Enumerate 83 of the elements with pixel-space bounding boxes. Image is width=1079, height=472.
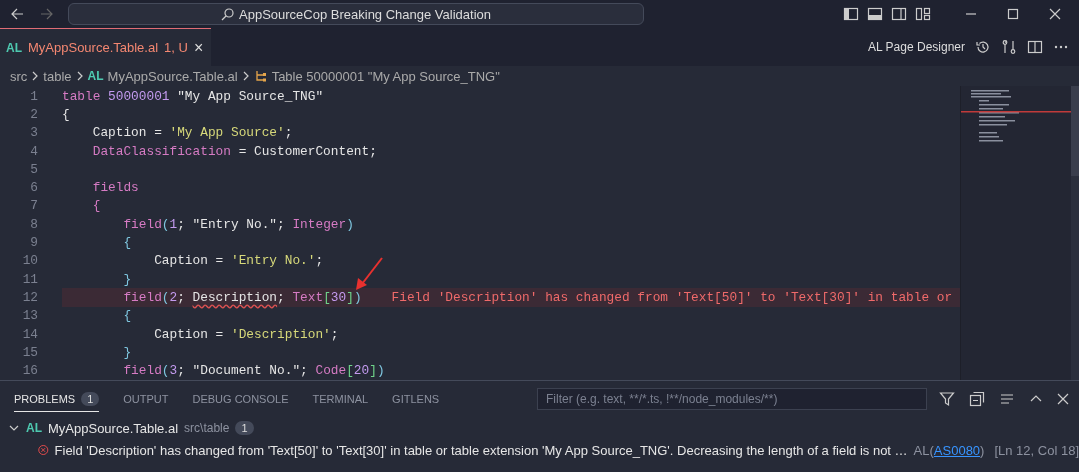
split-layout-icon[interactable] xyxy=(891,6,907,22)
source-text: ) xyxy=(980,442,985,458)
code-line: Caption = 'My App Source'; xyxy=(91,125,293,141)
history-icon[interactable] xyxy=(975,39,991,55)
line-number: 15 xyxy=(21,344,39,360)
line-number: 11 xyxy=(21,271,39,287)
file-name: MyAppSource.Table.al xyxy=(48,420,179,436)
filter-icon[interactable] xyxy=(939,391,955,407)
table-symbol-icon xyxy=(253,69,268,83)
count-badge: 1 xyxy=(235,421,254,435)
code-line: Caption = 'Description'; xyxy=(153,326,339,342)
close-panel-icon[interactable] xyxy=(1057,393,1069,405)
line-number: 5 xyxy=(29,161,39,177)
count-badge: 1 xyxy=(81,391,100,406)
editor-tab[interactable]: AL MyAppSource.Table.al 1, U × xyxy=(0,28,212,66)
chevron-right-icon xyxy=(31,71,40,81)
line-number: 3 xyxy=(29,125,39,141)
code-line: { xyxy=(62,106,70,122)
breadcrumb-item[interactable]: MyAppSource.Table.al xyxy=(107,68,238,84)
file-path: src\table xyxy=(184,421,230,435)
code-line: field(1; "Entry No."; Integer) xyxy=(122,216,354,232)
code-line: DataClassification = CustomerContent; xyxy=(91,143,377,159)
split-editor-icon[interactable] xyxy=(1027,39,1043,55)
source-text: AL( xyxy=(913,442,934,458)
page-designer-button[interactable]: AL Page Designer xyxy=(868,40,965,54)
problem-row[interactable]: Field 'Description' has changed from 'Text[50]' to 'Text[30]' in table or table extension 'My App Source_TNG'. Decreasing the length of a field is not … AL(AS0080) [Ln 12, Col 18] xyxy=(0,439,1079,461)
panel-tab[interactable]: GITLENS xyxy=(392,386,440,412)
panel-tab[interactable]: OUTPUT xyxy=(123,386,169,412)
forward-arrow-icon[interactable] xyxy=(40,7,54,21)
line-number: 9 xyxy=(29,235,39,250)
code-line: table 50000001 "My App Source_TNG" xyxy=(62,88,324,104)
code-line: Caption = 'Entry No.'; xyxy=(153,253,324,269)
back-arrow-icon[interactable] xyxy=(10,7,24,21)
line-number: 14 xyxy=(21,326,39,342)
chevron-right-icon xyxy=(241,71,250,81)
line-number: 2 xyxy=(29,106,39,122)
error-code-link[interactable]: AS0080 xyxy=(933,442,981,458)
line-number: 16 xyxy=(21,363,39,379)
line-number: 6 xyxy=(29,180,39,196)
error-icon xyxy=(38,443,49,457)
chevron-right-icon xyxy=(75,71,84,81)
panel-tab[interactable]: TERMINAL xyxy=(312,386,369,412)
search-icon xyxy=(221,7,235,21)
breadcrumb-item[interactable]: src xyxy=(10,68,28,84)
inline-error-message: Field 'Description' has changed from 'Text[50]' to 'Text[30]' in table or xyxy=(391,289,953,305)
code-line: } xyxy=(122,344,132,360)
code-line: { xyxy=(122,308,132,324)
line-number: 1 xyxy=(29,88,39,104)
line-number: 4 xyxy=(29,143,39,159)
filter-input-field[interactable]: Filter (e.g. text, **/*.ts, !**/node_modules/**) xyxy=(537,388,927,410)
line-number: 10 xyxy=(21,253,39,269)
breadcrumb-item[interactable]: Table 50000001 "My App Source_TNG" xyxy=(271,68,500,84)
panel-tab[interactable]: DEBUG CONSOLE xyxy=(192,386,289,412)
annotation-arrow xyxy=(354,256,384,292)
code-line: } xyxy=(122,271,132,287)
breadcrumb-item[interactable]: table xyxy=(43,68,72,84)
compare-changes-icon[interactable] xyxy=(1001,39,1017,55)
line-number: 7 xyxy=(29,198,39,214)
line-number: 12 xyxy=(21,289,39,305)
al-file-icon: AL xyxy=(87,69,104,83)
scrollbar[interactable] xyxy=(1071,86,1079,380)
code-line: field(3; "Document No."; Code[20]) xyxy=(122,363,385,379)
panel-tab[interactable]: PROBLEMS 1 xyxy=(14,386,100,412)
line-number: 13 xyxy=(21,308,39,324)
line-number: 8 xyxy=(29,216,39,232)
word-wrap-icon[interactable] xyxy=(999,391,1015,407)
customize-layout-icon[interactable] xyxy=(915,6,931,22)
al-file-icon: AL xyxy=(6,40,22,55)
code-line: { xyxy=(122,235,132,250)
maximize-icon[interactable] xyxy=(1007,8,1019,20)
close-icon[interactable] xyxy=(1049,8,1061,20)
command-center-search[interactable]: AppSourceCop Breaking Change Validation xyxy=(68,3,644,25)
code-line: { xyxy=(91,198,101,214)
al-file-icon: AL xyxy=(26,421,42,435)
panel-layout-icon[interactable] xyxy=(867,6,883,22)
problem-location: [Ln 12, Col 18] xyxy=(994,442,1079,458)
problem-file-row[interactable]: AL MyAppSource.Table.al src\table 1 xyxy=(0,417,1079,439)
problem-message: Field 'Description' has changed from 'Text[50]' to 'Text[30]' in table or table extension 'My App Source_TNG'. Decreasing the length of a field is not … xyxy=(54,442,908,458)
code-line: field(2; Description; Text[30]) xyxy=(122,289,362,305)
collapse-all-icon[interactable] xyxy=(969,391,985,407)
code-line: fields xyxy=(91,180,139,196)
sidebar-layout-icon[interactable] xyxy=(843,6,859,22)
close-tab-button[interactable]: × xyxy=(193,38,204,57)
